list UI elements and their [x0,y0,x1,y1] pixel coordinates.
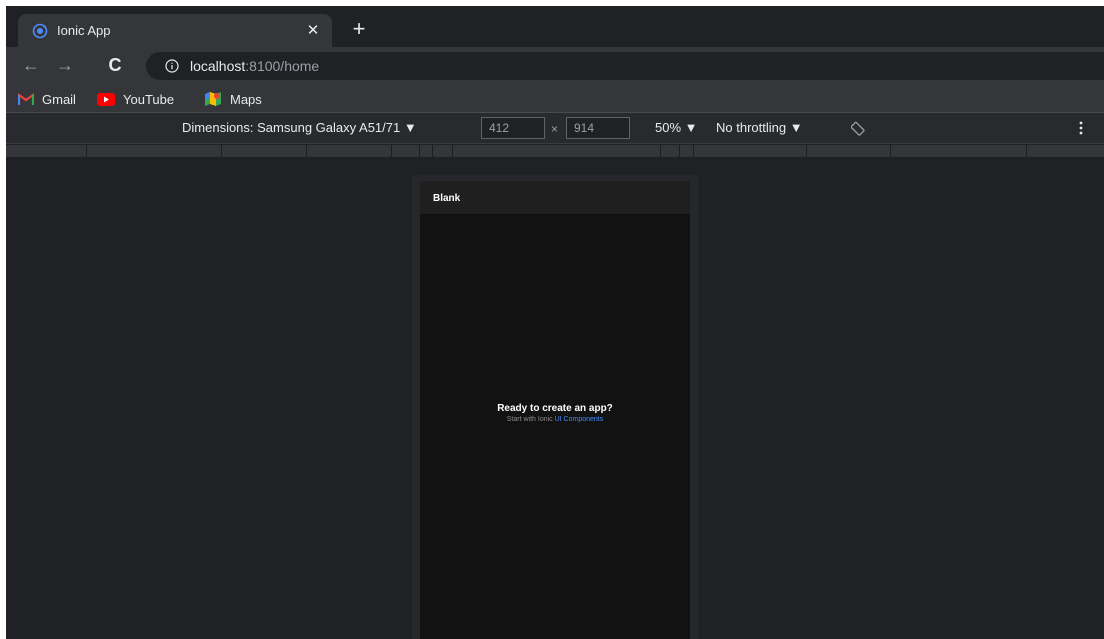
ready-subtitle-text: Start with Ionic [506,416,555,423]
forward-button[interactable]: → [54,54,76,76]
bookmark-label: Gmail [42,91,76,107]
ruler-tick [221,145,222,157]
gmail-icon [18,93,34,105]
ruler-tick [391,145,392,157]
ruler-tick [432,145,433,157]
ruler-tick [1026,145,1027,157]
bookmarks-bar: Gmail YouTube Maps [6,84,1104,113]
url-host: localhost [190,58,246,74]
ruler-tick [660,145,661,157]
reload-button[interactable]: C [104,54,126,76]
ruler-tick [419,145,420,157]
info-icon[interactable] [165,59,179,73]
app-content: Ready to create an app? Start with Ionic… [420,216,690,639]
more-options-icon[interactable] [1078,119,1084,137]
back-button[interactable]: ← [20,54,42,76]
throttling-dropdown[interactable]: No throttling ▼ [716,120,803,135]
bookmark-maps[interactable]: Maps [204,90,262,108]
youtube-icon [97,92,115,106]
device-width-input[interactable]: 412 [481,117,545,139]
bookmark-label: Maps [230,91,262,107]
browser-toolbar: ← → C localhost:8100/home [6,47,1104,84]
ui-components-link[interactable]: UI Components [555,416,604,423]
tab-close-icon[interactable]: ✕ [304,22,322,40]
ruler-tick [890,145,891,157]
dimension-separator: × [551,122,559,136]
app-header: Blank [420,181,690,215]
ready-title: Ready to create an app? [497,403,613,414]
ruler-tick [693,145,694,157]
ruler-tick [86,145,87,157]
tab-ionic-app[interactable]: Ionic App ✕ [18,14,332,47]
ionic-logo-icon [32,23,48,38]
ruler-tick [679,145,680,157]
bookmark-label: YouTube [123,91,175,107]
url-path: :8100/home [245,58,320,74]
device-height-input[interactable]: 914 [566,117,630,139]
ready-subtitle: Start with Ionic UI Components [420,416,690,423]
media-query-ruler[interactable] [6,145,1104,157]
rotate-icon[interactable] [851,120,867,136]
zoom-dropdown[interactable]: 50% ▼ [655,120,698,135]
device-viewport-area: Blank Ready to create an app? Start with… [6,157,1104,639]
ruler-tick [306,145,307,157]
new-tab-button[interactable]: + [347,18,371,42]
tab-strip: Ionic App ✕ + [6,6,1104,47]
device-screen: Blank Ready to create an app? Start with… [420,181,690,639]
device-dimensions-dropdown[interactable]: Dimensions: Samsung Galaxy A51/71 ▼ [182,120,417,135]
address-bar[interactable]: localhost:8100/home [146,52,1104,80]
maps-icon [205,92,221,106]
ruler-tick [806,145,807,157]
url-text[interactable]: localhost:8100/home [190,58,319,74]
bookmark-youtube[interactable]: YouTube [97,90,174,108]
app-title: Blank [433,193,461,204]
device-toolbar: Dimensions: Samsung Galaxy A51/71 ▼ 412 … [6,113,1104,144]
tab-title: Ionic App [57,23,111,38]
browser-window: Ionic App ✕ + ← → C localhost:8100/home … [6,6,1104,639]
bookmark-gmail[interactable]: Gmail [18,90,76,108]
ruler-tick [452,145,453,157]
